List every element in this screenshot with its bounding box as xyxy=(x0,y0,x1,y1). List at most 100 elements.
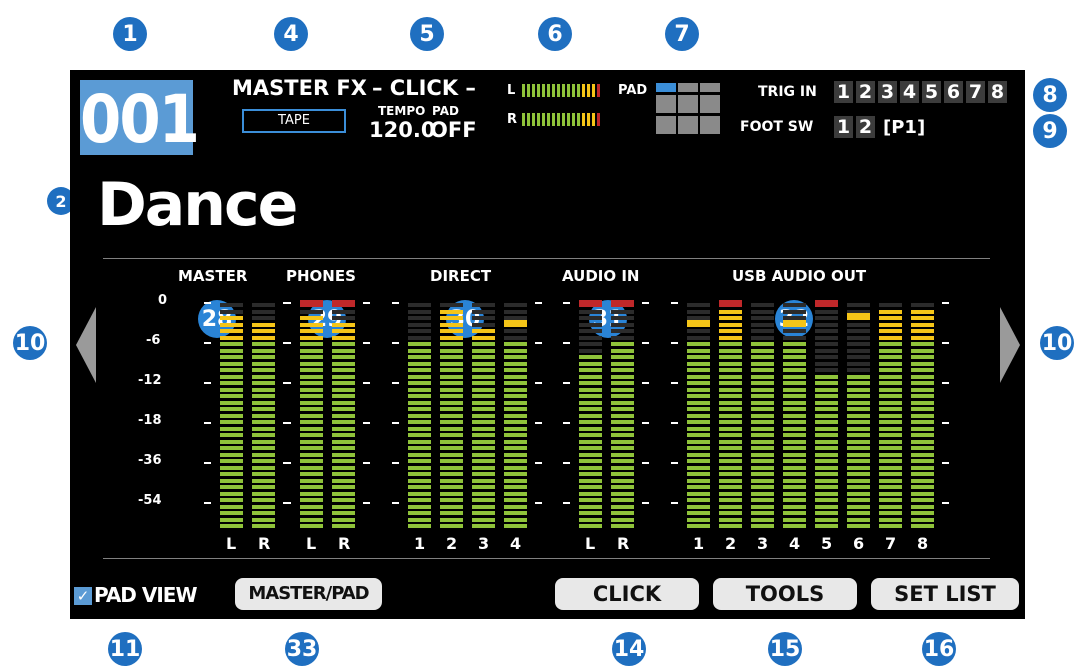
foot-sw-page: [P1] xyxy=(883,117,926,138)
patch-name[interactable]: Dance xyxy=(97,170,298,240)
meter-segment xyxy=(504,335,527,340)
meter-channel-label: 3 xyxy=(478,534,490,553)
meter-segment xyxy=(751,335,774,340)
meter-segment xyxy=(579,420,602,424)
meter-segment xyxy=(879,491,902,496)
meter-segment xyxy=(252,387,275,392)
meter-channel-label: 8 xyxy=(917,534,929,553)
meter-segment xyxy=(783,348,806,353)
meter-segment xyxy=(911,511,934,515)
scroll-right-arrow[interactable] xyxy=(1000,307,1020,383)
pad-indicator-9 xyxy=(700,116,720,134)
meter-segment xyxy=(687,491,710,496)
master-pad-button[interactable]: MASTER/PAD xyxy=(235,578,382,610)
meter-segment xyxy=(579,478,602,483)
meter-segment xyxy=(252,342,275,346)
meter-segment xyxy=(783,446,806,450)
meter-segment xyxy=(751,478,774,483)
pad-click-value[interactable]: OFF xyxy=(430,118,477,142)
meter-segment xyxy=(611,491,634,496)
meter-segment xyxy=(300,348,323,353)
meter-segment xyxy=(332,465,355,470)
meter-segment xyxy=(911,368,934,372)
meter-segment xyxy=(911,433,934,437)
meter-segment xyxy=(504,303,527,307)
master-fx-value[interactable]: TAPE xyxy=(242,109,346,133)
meter-segment xyxy=(783,413,806,418)
meter-segment xyxy=(332,335,355,340)
meter-segment xyxy=(687,387,710,392)
meter-segment xyxy=(472,368,495,372)
meter-segment xyxy=(472,459,495,463)
trig-in-4: 4 xyxy=(900,81,919,103)
meter-segment xyxy=(408,472,431,476)
meter-segment xyxy=(440,316,463,320)
scale-tick xyxy=(535,422,542,424)
tempo-value[interactable]: 120.0 xyxy=(369,118,435,142)
meter-segment xyxy=(579,400,602,405)
meter-segment xyxy=(847,472,870,476)
meter-segment xyxy=(783,452,806,457)
meter-segment xyxy=(783,433,806,437)
scale-tick xyxy=(942,422,949,424)
pad-indicator-4 xyxy=(656,95,676,113)
meter-segment xyxy=(719,309,742,314)
click-button[interactable]: CLICK xyxy=(555,578,699,610)
meter-segment xyxy=(220,342,243,346)
meter-segment xyxy=(847,322,870,327)
scale-tick xyxy=(535,502,542,504)
tools-button[interactable]: TOOLS xyxy=(713,578,857,610)
pad-view-checkbox[interactable]: ✓ xyxy=(74,587,92,605)
pad-indicator-6 xyxy=(700,95,720,113)
meter-segment xyxy=(220,420,243,424)
meter-segment xyxy=(332,381,355,385)
meter-segment xyxy=(252,361,275,366)
divider-bottom xyxy=(103,558,990,559)
scale-tick xyxy=(642,302,649,304)
device-screen: 001 MASTER FX TAPE – CLICK – TEMPO PAD 1… xyxy=(70,70,1025,619)
scroll-left-arrow[interactable] xyxy=(76,307,96,383)
meter-segment xyxy=(440,309,463,314)
meter-segment xyxy=(300,511,323,515)
meter-segment xyxy=(472,485,495,489)
meter-segment xyxy=(440,446,463,450)
meter-segment xyxy=(879,446,902,450)
meter-segment xyxy=(220,374,243,379)
meter-segment xyxy=(751,485,774,489)
meter-segment xyxy=(300,498,323,502)
meter-segment xyxy=(408,433,431,437)
meter-segment xyxy=(783,524,806,528)
meter-segment xyxy=(440,491,463,496)
meter-segment xyxy=(911,446,934,450)
input-level-segment xyxy=(597,113,600,126)
scale-tick xyxy=(363,422,370,424)
meter-segment xyxy=(687,465,710,470)
meter-segment xyxy=(847,303,870,307)
meter-segment xyxy=(815,420,838,424)
meter-segment xyxy=(783,387,806,392)
pad-indicator-7 xyxy=(656,116,676,134)
meter-segment xyxy=(332,439,355,444)
patch-number[interactable]: 001 xyxy=(80,80,200,158)
meter-segment xyxy=(504,374,527,379)
meter-segment xyxy=(300,504,323,509)
meter-segment xyxy=(783,394,806,398)
meter-segment xyxy=(911,491,934,496)
meter-segment xyxy=(751,329,774,333)
meter-segment xyxy=(815,491,838,496)
meter-segment xyxy=(611,322,634,327)
meter-segment xyxy=(815,381,838,385)
meter-segment xyxy=(252,478,275,483)
meter-segment xyxy=(911,420,934,424)
meter-segment xyxy=(783,368,806,372)
set-list-button[interactable]: SET LIST xyxy=(871,578,1019,610)
meter-segment xyxy=(440,498,463,502)
meter-segment xyxy=(611,498,634,502)
meter-segment xyxy=(440,478,463,483)
meter-segment xyxy=(751,439,774,444)
meter-peak-hold xyxy=(719,300,742,307)
meter-segment xyxy=(408,413,431,418)
meter-segment xyxy=(611,452,634,457)
meter-segment xyxy=(879,407,902,411)
meter-segment xyxy=(579,524,602,528)
